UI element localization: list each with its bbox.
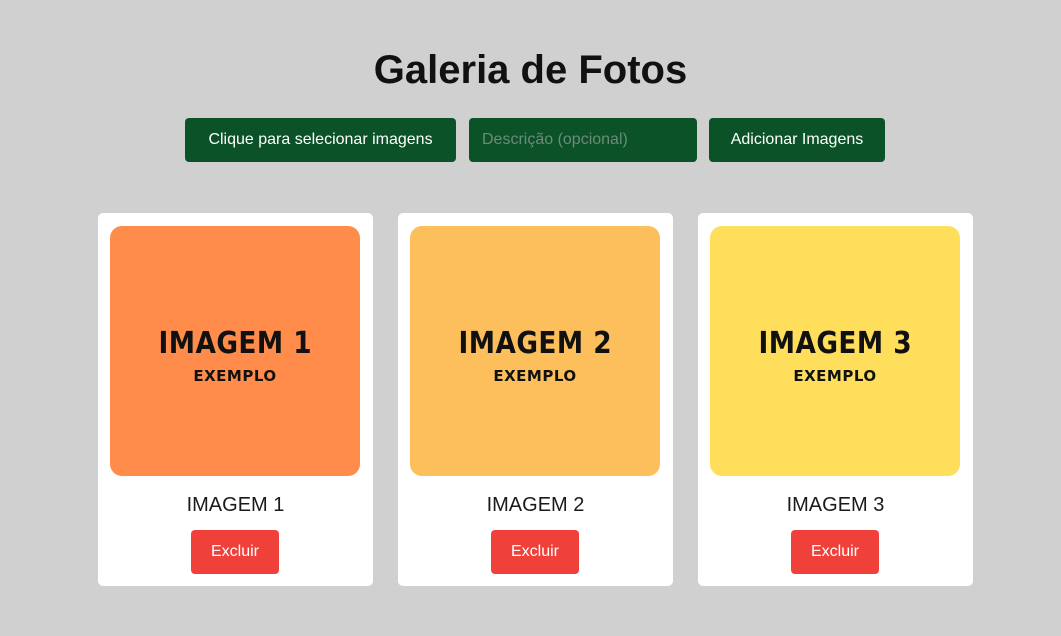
image-subtitle-text: EXEMPLO [193, 366, 277, 385]
delete-button[interactable]: Excluir [791, 530, 879, 574]
image-subtitle-text: EXEMPLO [493, 366, 577, 385]
description-input[interactable] [469, 118, 697, 162]
page-title: Galeria de Fotos [373, 48, 688, 92]
delete-button[interactable]: Excluir [191, 530, 279, 574]
image-title-text: IMAGEM 1 [158, 325, 312, 361]
gallery-card: IMAGEM 3 EXEMPLO IMAGEM 3 Excluir [698, 213, 973, 586]
image-subtitle-text: EXEMPLO [793, 366, 877, 385]
gallery-card: IMAGEM 2 EXEMPLO IMAGEM 2 Excluir [398, 213, 673, 586]
gallery-image: IMAGEM 1 EXEMPLO [110, 226, 360, 476]
gallery-image: IMAGEM 2 EXEMPLO [410, 226, 660, 476]
image-caption: IMAGEM 2 [486, 494, 585, 516]
image-title-text: IMAGEM 2 [458, 325, 612, 361]
gallery-image: IMAGEM 3 EXEMPLO [710, 226, 960, 476]
image-caption: IMAGEM 1 [186, 494, 285, 516]
delete-button[interactable]: Excluir [491, 530, 579, 574]
select-images-button[interactable]: Clique para selecionar imagens [185, 118, 456, 162]
image-caption: IMAGEM 3 [786, 494, 885, 516]
gallery-card: IMAGEM 1 EXEMPLO IMAGEM 1 Excluir [98, 213, 373, 586]
image-title-text: IMAGEM 3 [758, 325, 912, 361]
add-images-button[interactable]: Adicionar Imagens [709, 118, 885, 162]
